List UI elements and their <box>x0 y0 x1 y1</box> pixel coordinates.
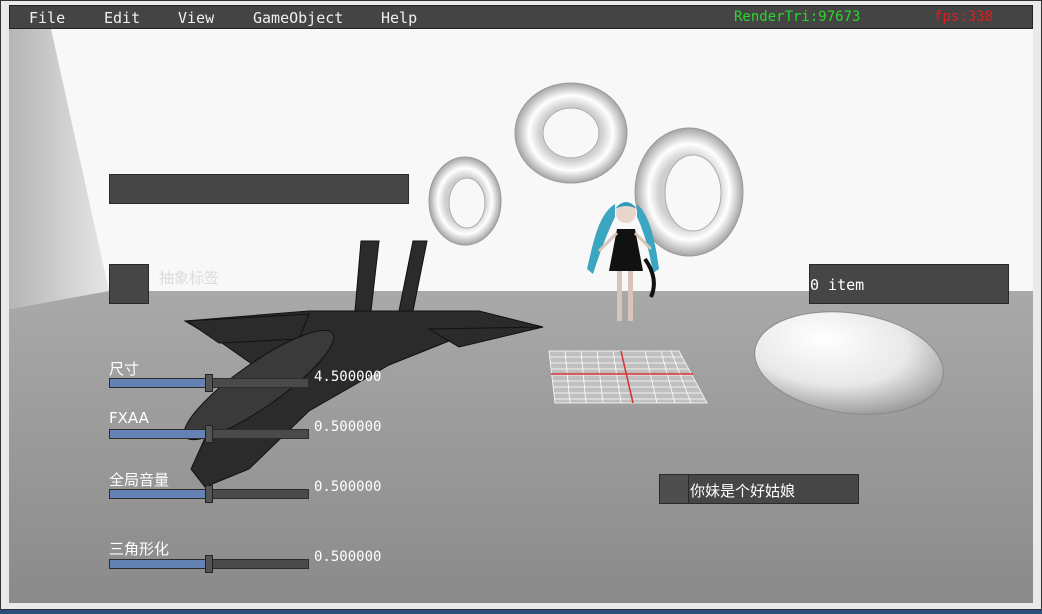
slider-fill <box>110 379 209 387</box>
menu-file[interactable]: File <box>29 9 65 27</box>
menu-edit[interactable]: Edit <box>104 9 140 27</box>
slider-handle[interactable] <box>205 485 213 503</box>
button-label: 你妹是个好姑娘 <box>690 482 796 500</box>
scene-viewport[interactable]: 抽象标签 0 item 尺寸 4.500000 FXAA 0.500000 全局… <box>9 29 1033 603</box>
text-button[interactable]: 你妹是个好姑娘 <box>659 474 859 504</box>
menu-view[interactable]: View <box>178 9 214 27</box>
slider-handle[interactable] <box>205 374 213 392</box>
slider-volume[interactable] <box>109 485 309 503</box>
slider-value-volume: 0.500000 <box>314 479 382 495</box>
app-window: File Edit View GameObject Help RenderTri… <box>0 0 1042 610</box>
torus-1 <box>428 156 502 246</box>
slider-label-size: 尺寸 <box>109 360 140 378</box>
button-icon-area <box>660 475 689 503</box>
checkbox-label: 抽象标签 <box>159 269 220 287</box>
back-wall <box>9 29 1033 291</box>
checkbox[interactable] <box>109 264 149 304</box>
menu-gameobject[interactable]: GameObject <box>253 9 343 27</box>
torus-2 <box>514 82 628 184</box>
slider-value-fxaa: 0.500000 <box>314 419 382 435</box>
slider-fill <box>110 490 209 498</box>
list-item-count: 0 item <box>810 276 865 294</box>
slider-size[interactable] <box>109 374 309 392</box>
render-tri-counter: RenderTri:97673 <box>734 9 861 25</box>
menu-help[interactable]: Help <box>381 9 417 27</box>
slider-handle[interactable] <box>205 425 213 443</box>
slider-label-fxaa: FXAA <box>109 409 149 427</box>
menu-bar: File Edit View GameObject Help RenderTri… <box>9 5 1033 29</box>
slider-fxaa[interactable] <box>109 425 309 443</box>
grid-plane <box>548 350 708 404</box>
text-field[interactable] <box>109 174 409 204</box>
scene-render <box>9 29 1033 603</box>
fps-counter: fps:338 <box>934 9 994 25</box>
slider-fill <box>110 560 209 568</box>
slider-triangulate[interactable] <box>109 555 309 573</box>
slider-handle[interactable] <box>205 555 213 573</box>
slider-fill <box>110 430 209 438</box>
list-box[interactable]: 0 item <box>809 264 1009 304</box>
slider-label-volume: 全局音量 <box>109 471 170 489</box>
slider-value-size: 4.500000 <box>314 369 382 385</box>
slider-label-triangulate: 三角形化 <box>109 540 170 558</box>
slider-value-triangulate: 0.500000 <box>314 549 382 565</box>
